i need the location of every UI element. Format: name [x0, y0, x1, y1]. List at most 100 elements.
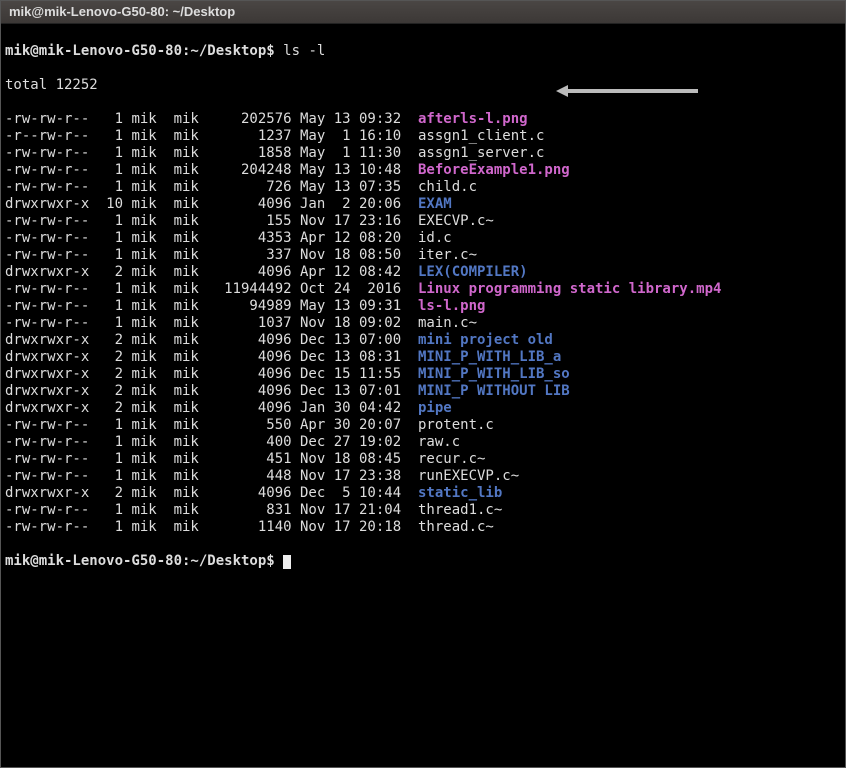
file-row: drwxrwxr-x 2 mik mik 4096 Jan 30 04:42 p… — [5, 400, 841, 417]
file-row: -rw-rw-r-- 1 mik mik 400 Dec 27 19:02 ra… — [5, 434, 841, 451]
file-date: Nov 18 08:45 — [300, 451, 410, 468]
file-name: thread1.c~ — [418, 502, 502, 519]
file-name: LEX(COMPILER) — [418, 264, 528, 281]
typed-command: ls -l — [283, 43, 325, 59]
file-links: 2 — [98, 366, 123, 383]
file-owner: mik — [131, 281, 165, 298]
file-group: mik — [174, 332, 208, 349]
file-row: -rw-rw-r-- 1 mik mik 11944492 Oct 24 201… — [5, 281, 841, 298]
file-perms: drwxrwxr-x — [5, 366, 89, 383]
file-row: drwxrwxr-x 2 mik mik 4096 Dec 13 07:01 M… — [5, 383, 841, 400]
file-date: Apr 12 08:42 — [300, 264, 410, 281]
file-links: 2 — [98, 332, 123, 349]
file-size: 831 — [216, 502, 292, 519]
file-owner: mik — [131, 400, 165, 417]
file-row: -rw-rw-r-- 1 mik mik 726 May 13 07:35 ch… — [5, 179, 841, 196]
shell-prompt: mik@mik-Lenovo-G50-80:~/Desktop$ — [5, 553, 283, 569]
file-row: drwxrwxr-x 2 mik mik 4096 Dec 15 11:55 M… — [5, 366, 841, 383]
file-name: EXAM — [418, 196, 452, 213]
file-links: 1 — [98, 162, 123, 179]
file-links: 2 — [98, 400, 123, 417]
file-group: mik — [174, 468, 208, 485]
file-group: mik — [174, 145, 208, 162]
file-group: mik — [174, 434, 208, 451]
file-size: 204248 — [216, 162, 292, 179]
file-owner: mik — [131, 366, 165, 383]
file-size: 1037 — [216, 315, 292, 332]
file-owner: mik — [131, 264, 165, 281]
shell-prompt: mik@mik-Lenovo-G50-80:~/Desktop$ — [5, 43, 283, 59]
file-owner: mik — [131, 468, 165, 485]
file-group: mik — [174, 179, 208, 196]
file-row: drwxrwxr-x 10 mik mik 4096 Jan 2 20:06 E… — [5, 196, 841, 213]
file-perms: -rw-rw-r-- — [5, 519, 89, 536]
file-perms: -rw-rw-r-- — [5, 179, 89, 196]
file-name: iter.c~ — [418, 247, 477, 264]
terminal-window: mik@mik-Lenovo-G50-80: ~/Desktop mik@mik… — [0, 0, 846, 768]
file-perms: drwxrwxr-x — [5, 400, 89, 417]
file-date: Dec 13 08:31 — [300, 349, 410, 366]
file-links: 2 — [98, 264, 123, 281]
file-group: mik — [174, 519, 208, 536]
cursor-icon — [283, 555, 291, 569]
file-size: 4096 — [216, 349, 292, 366]
file-row: -rw-rw-r-- 1 mik mik 155 Nov 17 23:16 EX… — [5, 213, 841, 230]
file-links: 1 — [98, 111, 123, 128]
file-owner: mik — [131, 485, 165, 502]
file-group: mik — [174, 502, 208, 519]
file-size: 4096 — [216, 264, 292, 281]
file-owner: mik — [131, 332, 165, 349]
file-owner: mik — [131, 128, 165, 145]
file-perms: -rw-rw-r-- — [5, 281, 89, 298]
file-name: mini project old — [418, 332, 553, 349]
file-date: May 13 09:32 — [300, 111, 410, 128]
file-perms: -rw-rw-r-- — [5, 434, 89, 451]
file-name: assgn1_server.c — [418, 145, 544, 162]
file-group: mik — [174, 281, 208, 298]
file-size: 1858 — [216, 145, 292, 162]
file-links: 2 — [98, 383, 123, 400]
file-perms: -rw-rw-r-- — [5, 417, 89, 434]
file-size: 155 — [216, 213, 292, 230]
file-name: main.c~ — [418, 315, 477, 332]
window-titlebar[interactable]: mik@mik-Lenovo-G50-80: ~/Desktop — [1, 1, 845, 24]
terminal-body[interactable]: mik@mik-Lenovo-G50-80:~/Desktop$ ls -l t… — [1, 24, 845, 768]
file-size: 4096 — [216, 400, 292, 417]
file-links: 1 — [98, 281, 123, 298]
file-name: assgn1_client.c — [418, 128, 544, 145]
file-owner: mik — [131, 298, 165, 315]
file-size: 94989 — [216, 298, 292, 315]
file-row: -rw-rw-r-- 1 mik mik 451 Nov 18 08:45 re… — [5, 451, 841, 468]
file-size: 202576 — [216, 111, 292, 128]
file-perms: -rw-rw-r-- — [5, 145, 89, 162]
file-links: 1 — [98, 417, 123, 434]
file-row: drwxrwxr-x 2 mik mik 4096 Apr 12 08:42 L… — [5, 264, 841, 281]
file-perms: -rw-rw-r-- — [5, 111, 89, 128]
file-row: drwxrwxr-x 2 mik mik 4096 Dec 13 07:00 m… — [5, 332, 841, 349]
file-date: Nov 17 23:16 — [300, 213, 410, 230]
file-name: MINI_P WITHOUT LIB — [418, 383, 570, 400]
file-owner: mik — [131, 383, 165, 400]
file-date: May 13 09:31 — [300, 298, 410, 315]
file-size: 4096 — [216, 196, 292, 213]
file-owner: mik — [131, 213, 165, 230]
file-date: May 1 16:10 — [300, 128, 410, 145]
file-size: 4096 — [216, 485, 292, 502]
file-group: mik — [174, 383, 208, 400]
file-perms: -rw-rw-r-- — [5, 468, 89, 485]
file-date: Nov 17 21:04 — [300, 502, 410, 519]
file-group: mik — [174, 366, 208, 383]
file-date: Apr 12 08:20 — [300, 230, 410, 247]
file-size: 550 — [216, 417, 292, 434]
file-name: recur.c~ — [418, 451, 485, 468]
file-links: 1 — [98, 451, 123, 468]
file-row: -rw-rw-r-- 1 mik mik 448 Nov 17 23:38 ru… — [5, 468, 841, 485]
file-size: 400 — [216, 434, 292, 451]
file-date: May 1 11:30 — [300, 145, 410, 162]
file-links: 1 — [98, 519, 123, 536]
file-links: 2 — [98, 349, 123, 366]
file-links: 1 — [98, 128, 123, 145]
file-links: 2 — [98, 485, 123, 502]
file-group: mik — [174, 485, 208, 502]
file-group: mik — [174, 264, 208, 281]
